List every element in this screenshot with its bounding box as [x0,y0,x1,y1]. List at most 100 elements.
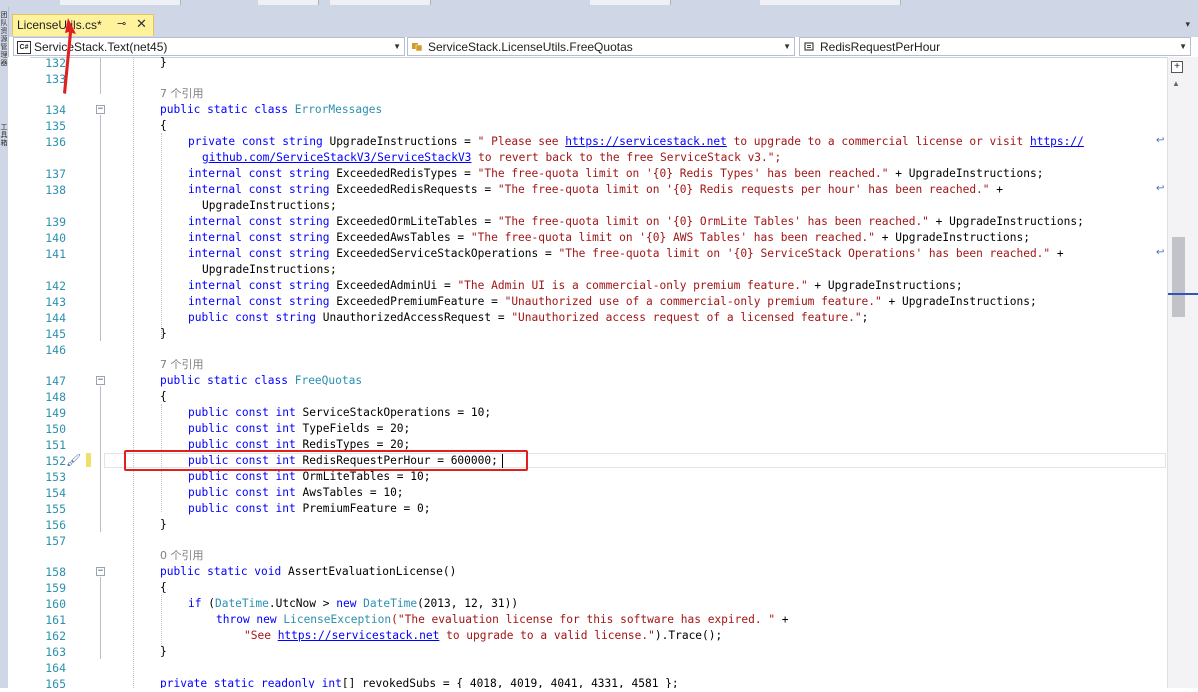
toolbar-segment [60,0,181,5]
toolbar-segment [258,0,319,5]
code-token: + UpgradeInstructions; [807,279,963,292]
code-line-134: public static class ErrorMessages [160,102,382,118]
codelens-references[interactable]: 0 个引用 [160,548,204,564]
code-link[interactable]: https://servicestack.net [565,135,727,148]
code-line-142: internal const string ExceededAdminUi = … [188,279,963,292]
csharp-project-icon: C# [17,41,31,54]
class-icon [411,41,423,52]
code-line-139: internal const string ExceededOrmLiteTab… [188,215,1084,228]
code-line-141: internal const string ExceededServiceSta… [188,247,1064,260]
code-token: to upgrade to a commercial license or vi… [726,135,1030,148]
toolbar-segment [590,0,671,5]
code-token: UpgradeInstructions; [202,263,337,276]
vertical-scrollbar[interactable]: + ▲ [1167,57,1198,688]
code-line-148: { [160,389,167,405]
code-token: (2013, 12, 31)) [417,597,519,610]
code-token: } [160,645,167,658]
code-token: " Please see [477,135,566,148]
code-token: "The free-quota limit on '{0} OrmLite Ta… [497,215,929,228]
code-token: "The Admin UI is a commercial-only premi… [457,279,808,292]
code-line-140: internal const string ExceededAwsTables … [188,231,1030,244]
code-token: + [989,183,1004,196]
code-token: "Unauthorized use of a commercial-only p… [504,295,882,308]
member-dropdown-value: RedisRequestPerHour [820,40,941,54]
code-line-160: if (DateTime.UtcNow > new DateTime(2013,… [188,597,519,610]
code-token: UpgradeInstructions; [202,199,337,212]
code-token: "The free-quota limit on '{0} AWS Tables… [470,231,876,244]
code-editor[interactable]: } 7 个引用 public static class ErrorMessage… [0,57,1166,688]
code-token: + UpgradeInstructions; [888,167,1044,180]
annotation-highlight-box [124,450,528,471]
code-token: } [160,57,167,69]
code-line-156: } [160,517,167,533]
chevron-down-icon[interactable]: ▼ [393,42,401,51]
code-token: + [1050,247,1064,260]
code-token: + UpgradeInstructions; [881,295,1037,308]
type-dropdown-value: ServiceStack.LicenseUtils.FreeQuotas [428,40,633,54]
scrollbar-thumb[interactable] [1172,237,1185,317]
code-line-136-wrap: github.com/ServiceStackV3/ServiceStackV3… [202,150,781,166]
toolbar-segment [760,0,901,5]
code-token: { [160,390,167,403]
scroll-position-marker [1168,293,1198,295]
close-icon[interactable]: ✕ [136,16,147,32]
code-line-159: { [160,580,167,596]
code-token: ; [861,311,869,324]
indent-guide [161,133,162,337]
document-tab-bar: LicenseUtils.cs* ⊸ ✕ ▾ [9,7,1198,37]
code-line-150: public const int TypeFields = 20; [188,422,411,435]
chevron-down-icon[interactable]: ▼ [1179,42,1187,51]
code-link[interactable]: https://servicestack.net [278,629,440,642]
code-token: to revert back to the free ServiceStack … [471,151,782,164]
code-link[interactable]: https:// [1030,135,1084,148]
code-token: { [160,119,167,132]
code-line-145: } [160,326,167,342]
code-line-143: internal const string ExceededPremiumFea… [188,295,1037,308]
code-line-165: private static readonly int[] revokedSub… [160,677,679,688]
word-wrap-icon: ↩ [1156,135,1165,146]
scroll-up-icon[interactable]: ▲ [1172,79,1180,88]
code-line-132: } [160,57,167,71]
code-token: FreeQuotas [294,374,363,387]
code-token: "Unauthorized access request of a licens… [511,311,862,324]
code-line-155: public const int PremiumFeature = 0; [188,502,431,515]
top-toolbar-strip [0,0,1198,7]
pin-icon[interactable]: ⊸ [117,17,126,30]
code-line-162: "See https://servicestack.net to upgrade… [244,628,722,644]
member-dropdown[interactable]: RedisRequestPerHour ▼ [799,37,1191,56]
type-dropdown[interactable]: ServiceStack.LicenseUtils.FreeQuotas ▼ [407,37,795,56]
split-window-button[interactable]: + [1171,61,1183,73]
chevron-down-icon[interactable]: ▾ [1185,19,1190,30]
code-token: "The free-quota limit on '{0} Redis requ… [497,183,990,196]
code-token: } [160,518,167,531]
code-token: + UpgradeInstructions; [928,215,1084,228]
chevron-down-icon[interactable]: ▼ [783,42,791,51]
code-token: } [160,327,167,340]
tab-licenseutils[interactable]: LicenseUtils.cs* ⊸ ✕ [12,14,154,36]
constant-icon [803,41,815,52]
codelens-references[interactable]: 7 个引用 [160,357,204,373]
word-wrap-icon: ↩ [1156,247,1165,258]
code-line-149: public const int ServiceStackOperations … [188,406,492,419]
code-line-161: throw new LicenseException("The evaluati… [216,613,789,626]
code-token: "See [244,629,278,642]
code-line-135: { [160,118,167,134]
codelens-references[interactable]: 7 个引用 [160,86,204,102]
toolbar-segment [330,0,431,5]
code-token: "The free-quota limit on '{0} Redis Type… [477,167,889,180]
code-token: public static class [160,103,295,116]
code-token: + [775,613,789,626]
code-line-153: public const int OrmLiteTables = 10; [188,470,431,483]
code-line-147: public static class FreeQuotas [160,373,362,389]
word-wrap-icon: ↩ [1156,183,1165,194]
annotation-arrow [63,18,76,94]
code-token: to upgrade to a valid license." [439,629,655,642]
code-token: LicenseException [283,613,392,626]
code-line-154: public const int AwsTables = 10; [188,486,404,499]
indent-guide [161,595,162,646]
code-token: DateTime [214,597,269,610]
code-line-158: public static void AssertEvaluationLicen… [160,565,457,578]
code-token: DateTime [363,597,418,610]
code-link[interactable]: github.com/ServiceStackV3/ServiceStackV3 [202,151,471,164]
code-line-137: internal const string ExceededRedisTypes… [188,167,1044,180]
